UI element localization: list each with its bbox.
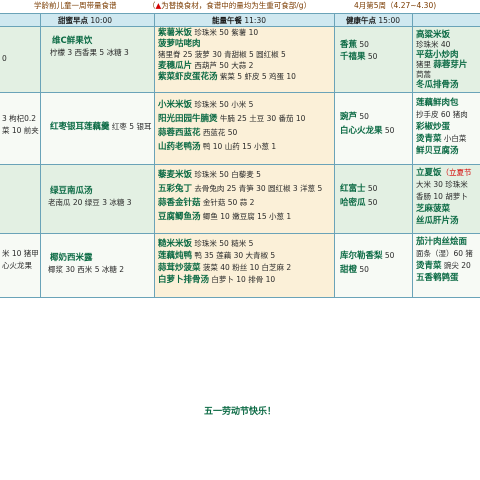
header-snack-pm: 健康午点 15:00 bbox=[346, 16, 401, 25]
row-1-dinner: 高粱米饭 珍珠米 40 平菇小炒肉 猪里 蒜蓉芽片 茼蒿 冬瓜排骨汤 bbox=[412, 26, 480, 92]
header-snack-am: 甜蜜早点 10:00 bbox=[58, 16, 113, 25]
menu-table: 甜蜜早点 10:00 能量午餐 11:30 健康午点 15:00 0 维C鲜果饮… bbox=[0, 13, 480, 298]
menu-title: 学龄前儿童一周带量食谱 （▲为替换食材，食谱中的量均为生重可食部/g） 4月第5… bbox=[0, 0, 480, 12]
row-4-snack-am: 椰奶西米露 椰浆 30 西米 5 冰糖 2 bbox=[40, 233, 154, 297]
row-3-snack-am: 绿豆南瓜汤 老南瓜 20 绿豆 3 冰糖 3 bbox=[40, 164, 154, 233]
row-3-lunch: 藜麦米饭 珍珠米 50 白藜麦 5 五彩兔丁 去骨兔肉 25 青笋 30 圆红椒… bbox=[154, 164, 334, 233]
row-4-dinner: 茄汁肉丝烩面 面条（湿）60 猪 烫青菜 豌尖 20 五香鹌鹑蛋 bbox=[412, 233, 480, 297]
header-row: 甜蜜早点 10:00 能量午餐 11:30 健康午点 15:00 bbox=[0, 13, 480, 26]
menu-title-prefix: 学龄前儿童一周带量食谱 bbox=[34, 1, 117, 10]
row-1-snack-pm: 香蕉 50 千禧果 50 bbox=[334, 26, 412, 92]
holiday-greeting: 五一劳动节快乐！ bbox=[203, 407, 276, 417]
week-label: 4月第5周（4.27~4.30) bbox=[354, 1, 437, 10]
row-1-lunch: 紫薯米饭 珍珠米 50 紫薯 10 菠萝咕咾肉 猪里脊 25 菠萝 30 青甜椒… bbox=[154, 26, 334, 92]
header-lunch: 能量午餐 11:30 bbox=[212, 16, 267, 25]
row-2-lunch: 小米米饭 珍珠米 50 小米 5 阳光田园牛腩煲 牛腩 25 土豆 30 番茄 … bbox=[154, 92, 334, 164]
row-4-snack-pm: 库尔勒香梨 50 甜橙 50 bbox=[334, 233, 412, 297]
row-3-left bbox=[0, 164, 40, 233]
row-2-snack-am: 红枣银耳莲藕羹 红枣 5 银耳 10 莲藕 20 10 bbox=[40, 92, 154, 164]
row-2-snack-pm: 豌芦 50 白心火龙果 50 bbox=[334, 92, 412, 164]
row-1-snack-am: 维C鲜果饮 柠檬 3 西香果 5 冰糖 3 bbox=[40, 26, 154, 92]
row-4-lunch: 糙米米饭 珍珠米 50 糙米 5 莲藕炖鸭 鸭 35 莲藕 30 大青椒 5 蒜… bbox=[154, 233, 334, 297]
row-2-dinner: 莲藕鲜肉包 抄手皮 60 猪肉 彩椒炒蛋 烫青菜 小白菜 鲜贝豆腐汤 bbox=[412, 92, 480, 164]
row-2-left: 3 枸杞0.2 菜 10 前夹 bbox=[0, 92, 40, 164]
row-1-left: 0 bbox=[0, 26, 40, 92]
row-3-dinner: 立夏饭（立夏节 大米 30 珍珠米 香肠 10 胡萝卜 芝麻菠菜 丝瓜肝片汤 bbox=[412, 164, 480, 233]
row-3-snack-pm: 红富士 50 哈密瓜 50 bbox=[334, 164, 412, 233]
menu-note: （▲为替换食材，食谱中的量均为生重可食部/g） bbox=[148, 1, 312, 10]
row-4-left: 米 10 猪甲 心火龙果 bbox=[0, 233, 40, 297]
